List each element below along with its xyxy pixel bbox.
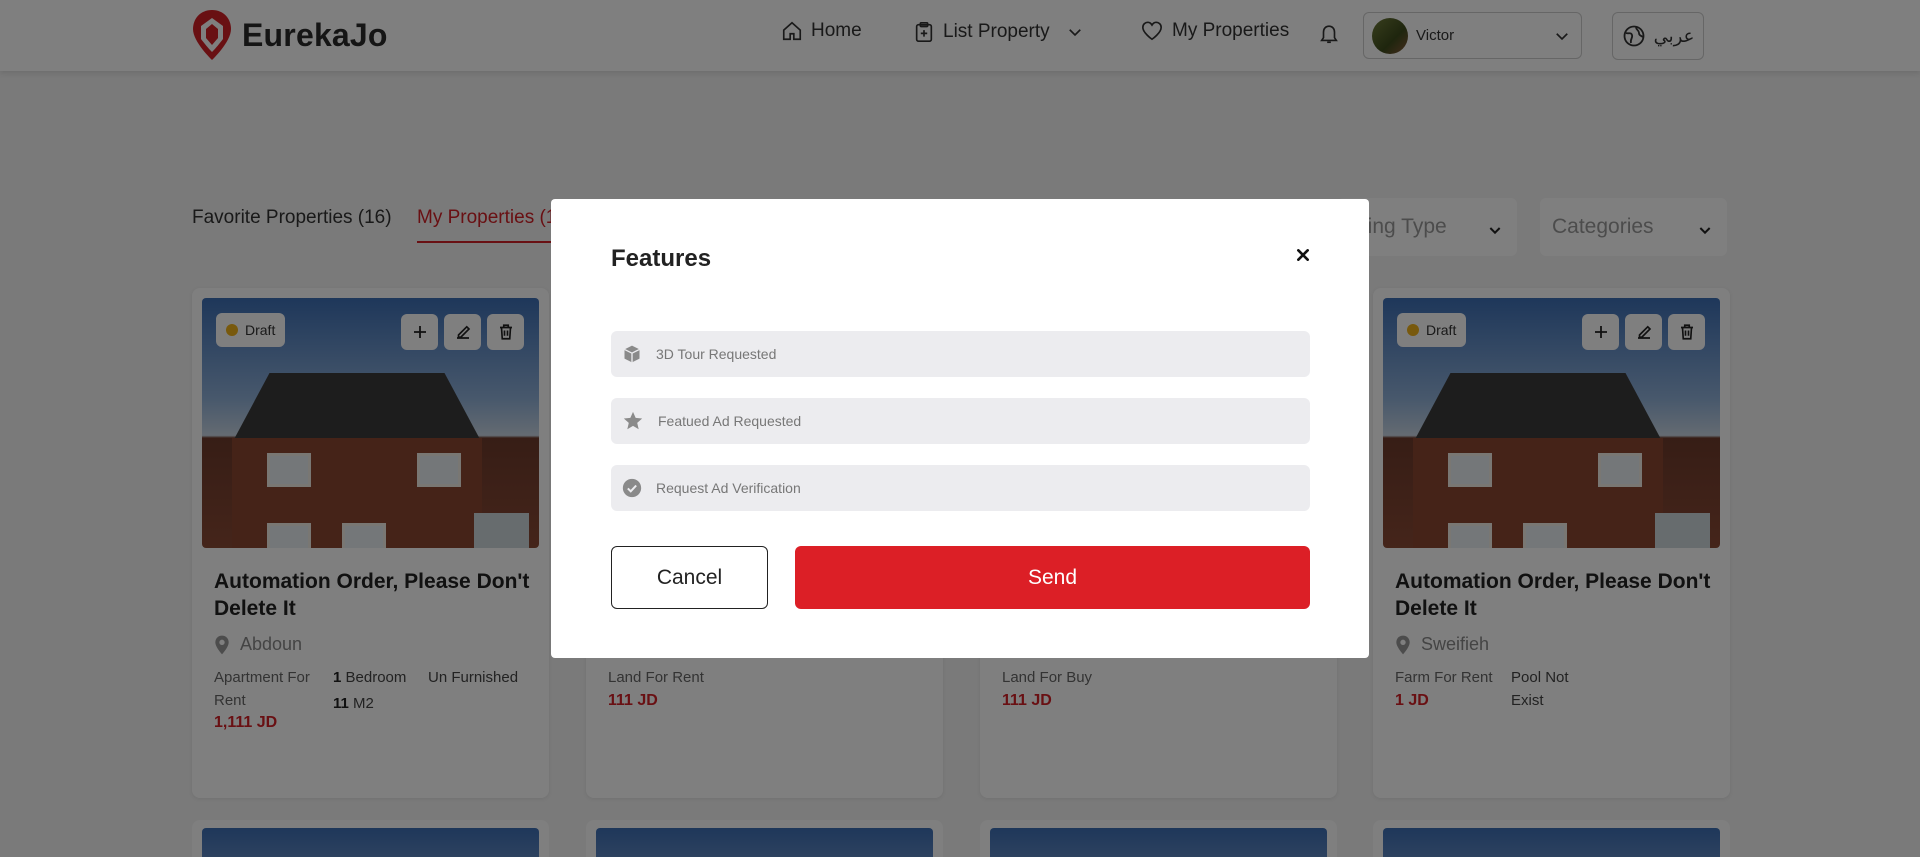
feature-option-verification[interactable]: Request Ad Verification: [611, 465, 1310, 511]
modal-title: Features: [611, 245, 712, 272]
feature-option-featured-ad[interactable]: Featued Ad Requested: [611, 398, 1310, 444]
features-modal: Features 3D Tour Requested Featued Ad Re…: [551, 199, 1369, 658]
close-button[interactable]: [1291, 243, 1315, 267]
feature-label: Request Ad Verification: [656, 480, 801, 496]
feature-option-3d-tour[interactable]: 3D Tour Requested: [611, 331, 1310, 377]
star-icon: [623, 411, 643, 430]
close-icon: [1297, 249, 1309, 261]
feature-label: 3D Tour Requested: [656, 346, 777, 362]
cube-icon: [624, 345, 640, 363]
cancel-button[interactable]: Cancel: [611, 546, 768, 609]
feature-label: Featued Ad Requested: [658, 413, 802, 429]
send-button[interactable]: Send: [795, 546, 1310, 609]
check-circle-icon: [622, 478, 642, 498]
